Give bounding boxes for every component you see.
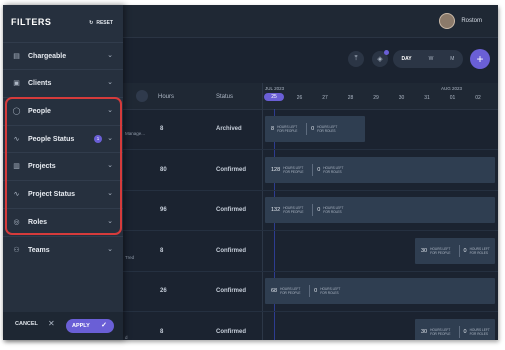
hours-column-header[interactable]: Hours — [158, 94, 174, 100]
allocation-bar[interactable]: 128 HOURS LEFT FOR PEOPLE 0 HOURS LEFT FOR … — [265, 156, 495, 183]
day-label[interactable]: 31 — [417, 95, 437, 101]
view-day[interactable]: DAY — [401, 56, 411, 62]
month-label: AUG 2023 — [441, 86, 463, 91]
avatar[interactable] — [439, 13, 456, 29]
filter-item-label: Chargeable — [28, 53, 67, 60]
allocation-bar[interactable]: 132 HOURS LEFT FOR PEOPLE 0 HOURS LEFT FOR … — [265, 197, 495, 223]
reset-label: RESET — [96, 20, 113, 26]
collapse-button[interactable] — [136, 90, 148, 102]
hours-cell: 26 — [160, 288, 167, 294]
day-label[interactable]: 30 — [392, 95, 412, 101]
bar-separator — [458, 244, 460, 257]
hours-left-roles-label: HOURS LEFT FOR ROLES — [320, 287, 341, 295]
hours-cell: 8 — [160, 328, 164, 335]
close-icon[interactable]: ✕ — [48, 319, 55, 328]
hours-cell: 96 — [160, 207, 167, 213]
check-icon: ✓ — [101, 322, 107, 329]
view-switcher[interactable]: DAY W M — [393, 50, 463, 68]
briefcase-icon: ▣ — [13, 80, 20, 87]
notification-dot — [384, 50, 389, 55]
status-cell: Confirmed — [216, 328, 246, 335]
status-cell: Confirmed — [216, 288, 246, 294]
hours-left-people-value: 30 — [421, 247, 428, 254]
status-cell: Confirmed — [216, 166, 246, 173]
hours-cell: 80 — [160, 166, 167, 173]
filter-item-clients[interactable]: ▣ Clients ⌄ — [3, 69, 123, 97]
day-label[interactable]: 29 — [366, 95, 386, 101]
users-icon: ⚇ — [13, 247, 20, 254]
hours-left-people-label: HOURS LEFT FOR PEOPLE — [277, 125, 298, 133]
filter-item-chargeable[interactable]: ▤ Chargeable ⌄ — [3, 42, 123, 70]
status-cell: Confirmed — [216, 247, 246, 254]
bar-separator — [312, 204, 314, 216]
toolbar: ⤒ ◈ DAY W M + — [123, 45, 492, 75]
hours-left-people-label: HOURS LEFT FOR PEOPLE — [430, 327, 451, 336]
hours-left-people-value: 30 — [421, 328, 428, 335]
reset-button[interactable]: ↻ RESET — [89, 20, 113, 26]
hours-cell: 8 — [160, 126, 164, 132]
user-name[interactable]: Rostom — [461, 18, 482, 24]
upload-icon: ⤒ — [354, 55, 358, 62]
month-label: JUL 2023 — [265, 86, 285, 91]
allocation-bar[interactable]: 30 HOURS LEFT FOR PEOPLE 0 HOURS LEFT FOR R… — [415, 237, 495, 264]
hours-left-people-value: 132 — [271, 207, 281, 213]
hours-left-people-label: HOURS LEFT FOR PEOPLE — [280, 287, 301, 295]
bar-separator — [309, 285, 311, 297]
day-label[interactable]: 01 — [443, 95, 463, 101]
day-label[interactable]: 25 — [264, 93, 284, 101]
hours-left-people-value: 128 — [271, 166, 281, 173]
filter-panel-header: FILTERS ↻ RESET — [3, 5, 123, 41]
hours-left-roles-label: HOURS LEFT FOR ROLES — [469, 327, 490, 336]
apply-label: APPLY — [72, 323, 90, 329]
chevron-down-icon[interactable]: ⌄ — [107, 245, 113, 253]
refresh-icon: ↻ — [89, 20, 94, 26]
bar-separator — [458, 325, 460, 338]
hours-left-roles-value: 0 — [317, 166, 321, 173]
highlight-box — [5, 97, 122, 235]
apply-button[interactable]: APPLY ✓ — [66, 319, 114, 333]
filter-item-teams[interactable]: ⚇ Teams ⌄ — [3, 236, 123, 264]
filters-title: FILTERS — [11, 17, 52, 27]
add-button[interactable]: + — [470, 49, 490, 69]
chevron-down-icon[interactable]: ⌄ — [107, 78, 113, 86]
allocation-bar[interactable]: 68 HOURS LEFT FOR PEOPLE 0 HOURS LEFT FOR R… — [265, 278, 495, 304]
allocation-bar[interactable]: 8 HOURS LEFT FOR PEOPLE 0 HOURS LEFT FOR RO… — [265, 116, 365, 142]
bar-separator — [306, 123, 308, 135]
wallet-icon: ▤ — [13, 53, 20, 60]
status-cell: Confirmed — [216, 207, 246, 213]
day-label[interactable]: 27 — [315, 95, 335, 101]
allocation-bar[interactable]: 30 HOURS LEFT FOR PEOPLE 0 HOURS LEFT FOR R… — [415, 318, 495, 340]
hours-left-people-value: 68 — [271, 288, 278, 294]
hours-left-roles-value: 0 — [463, 328, 467, 335]
day-label[interactable]: 26 — [290, 95, 310, 101]
hours-left-people-value: 8 — [271, 126, 275, 132]
layers-icon: ◈ — [377, 56, 383, 63]
hours-left-roles-value: 0 — [317, 207, 321, 213]
day-label[interactable]: 02 — [468, 95, 488, 101]
view-month[interactable]: M — [450, 56, 454, 62]
filter-item-label: Clients — [28, 80, 52, 87]
hours-left-roles-label: HOURS LEFT FOR ROLES — [323, 206, 344, 214]
hours-left-roles-value: 0 — [463, 247, 467, 254]
hours-cell: 8 — [160, 247, 164, 254]
hours-left-people-label: HOURS LEFT FOR PEOPLE — [430, 246, 451, 255]
hours-left-roles-value: 0 — [311, 126, 315, 132]
filter-item-label: Teams — [28, 247, 50, 254]
filter-panel-footer: CANCEL ✕ APPLY ✓ — [3, 312, 123, 340]
hours-left-roles-label: HOURS LEFT FOR ROLES — [317, 125, 338, 133]
hours-left-roles-label: HOURS LEFT FOR ROLES — [469, 246, 490, 255]
hours-left-people-label: HOURS LEFT FOR PEOPLE — [283, 165, 304, 174]
hours-left-people-label: HOURS LEFT FOR PEOPLE — [283, 206, 304, 214]
chevron-down-icon[interactable]: ⌄ — [107, 51, 113, 59]
view-week[interactable]: W — [429, 56, 434, 62]
day-label[interactable]: 28 — [341, 95, 361, 101]
cancel-button[interactable]: CANCEL — [15, 321, 38, 327]
hours-left-roles-label: HOURS LEFT FOR ROLES — [323, 165, 344, 174]
bar-separator — [312, 163, 314, 176]
status-cell: Archived — [216, 126, 242, 132]
status-column-header[interactable]: Status — [216, 94, 233, 100]
export-button[interactable]: ⤒ — [348, 51, 364, 67]
user-menu[interactable]: Rostom — [439, 11, 482, 31]
hours-left-roles-value: 0 — [314, 288, 318, 294]
